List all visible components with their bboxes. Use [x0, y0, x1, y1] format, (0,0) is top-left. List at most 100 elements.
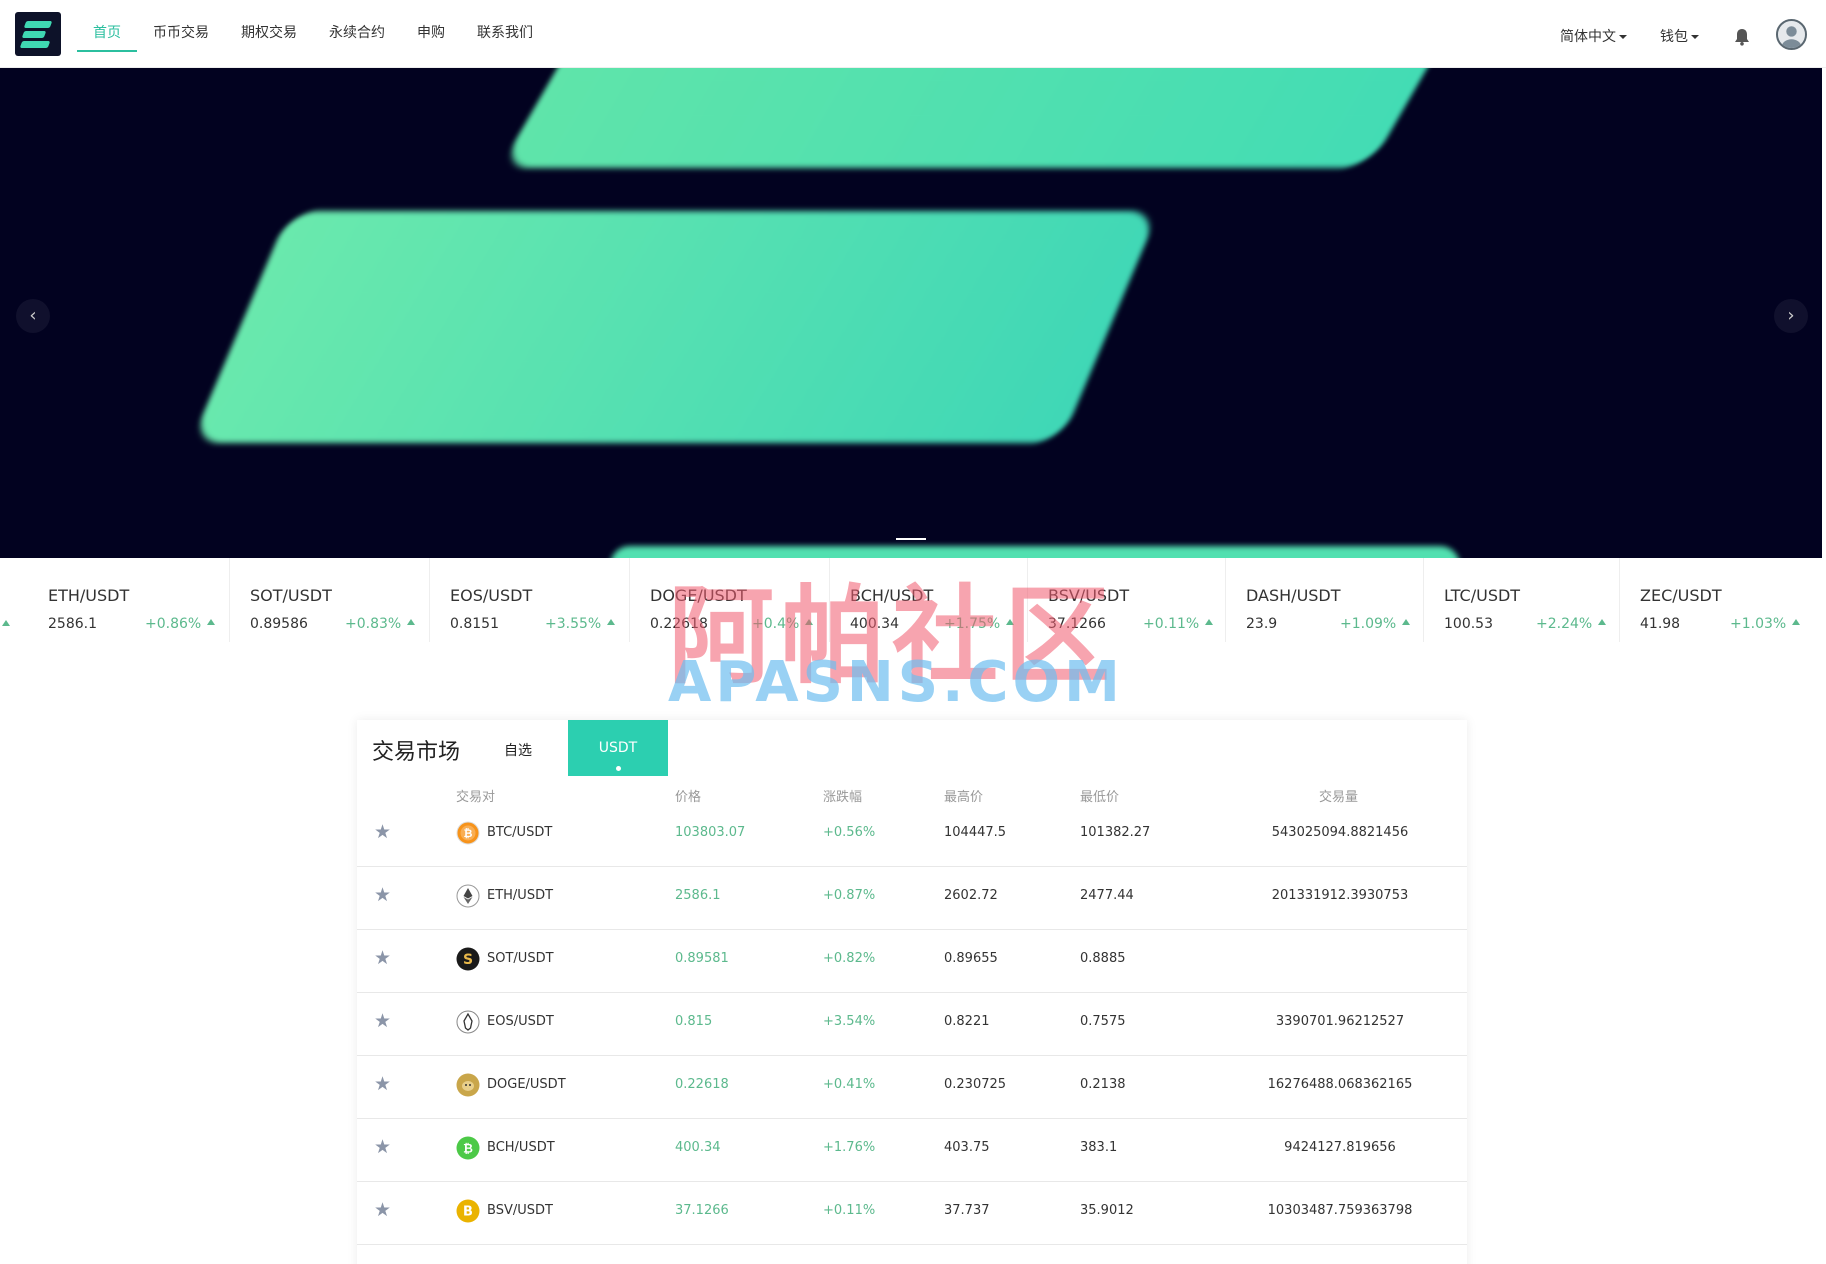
- ticker-price: 2586.1: [48, 616, 97, 632]
- ticker-pair: ETH/USDT: [48, 586, 130, 605]
- up-arrow-icon: [1792, 619, 1801, 625]
- table-row[interactable]: ★ EOS/USDT 0.815 +3.54% 0.8221 0.7575 3390701.…: [357, 993, 1467, 1056]
- up-arrow-icon: [407, 619, 416, 625]
- hero-banner: ‹ ›: [0, 68, 1822, 558]
- ticker-item[interactable]: DASH/USDT 23.9 +1.09%: [1226, 558, 1424, 642]
- ticker-pair: LTC/USDT: [1444, 586, 1521, 605]
- ticker-item[interactable]: LTC/USDT 100.53 +2.24%: [1424, 558, 1620, 642]
- banner-shape: [190, 211, 1160, 443]
- caret-down-icon: [1619, 35, 1627, 39]
- star-icon[interactable]: ★: [374, 1010, 391, 1032]
- eth-icon: [456, 884, 480, 908]
- cell-pair: EOS/USDT: [487, 1014, 554, 1029]
- cell-pair: BSV/USDT: [487, 1203, 553, 1218]
- cell-high: 104447.5: [944, 825, 1007, 840]
- ticker-change: +0.83%: [345, 616, 416, 632]
- ticker-change: +1.03%: [1730, 616, 1801, 632]
- table-row[interactable]: ★ DOGE/USDT 0.22618 +0.41% 0.230725 0.2138 162…: [357, 1056, 1467, 1119]
- main-nav: 首页 币币交易 期权交易 永续合约 申购 联系我们: [77, 0, 549, 68]
- user-icon: [1778, 21, 1805, 48]
- cell-volume: 543025094.8821456: [1271, 825, 1409, 840]
- cell-price: 0.815: [675, 1014, 713, 1029]
- cell-price: 2586.1: [675, 888, 721, 903]
- cell-pair: SOT/USDT: [487, 951, 554, 966]
- cell-low: 0.2138: [1080, 1077, 1126, 1092]
- banner-prev-button[interactable]: ‹: [16, 299, 50, 333]
- table-row[interactable]: ★ ₿ BCH/USDT 400.34 +1.76% 403.75 383.1 9424127…: [357, 1119, 1467, 1182]
- cell-low: 383.1: [1080, 1140, 1118, 1155]
- nav-spot-trading[interactable]: 币币交易: [137, 0, 225, 52]
- nav-home[interactable]: 首页: [77, 0, 137, 52]
- cell-low: 35.9012: [1080, 1203, 1134, 1218]
- nav-subscription[interactable]: 申购: [401, 0, 461, 52]
- cell-volume: 9424127.819656: [1284, 1140, 1396, 1155]
- star-icon[interactable]: ★: [374, 884, 391, 906]
- language-label: 简体中文: [1560, 29, 1616, 45]
- star-icon[interactable]: ★: [374, 1136, 391, 1158]
- star-icon[interactable]: ★: [374, 821, 391, 843]
- star-icon[interactable]: ★: [374, 1073, 391, 1095]
- table-row[interactable]: ★ B BSV/USDT 37.1266 +0.11% 37.737 35.9012 1030…: [357, 1182, 1467, 1245]
- banner-shape: [499, 68, 1451, 168]
- svg-text:₿: ₿: [463, 1142, 473, 1156]
- table-row[interactable]: ★ ETH/USDT 2586.1 +0.87% 2602.72 2477.44 20133…: [357, 867, 1467, 930]
- up-arrow-icon: [607, 619, 616, 625]
- ticker-pair: DASH/USDT: [1246, 586, 1341, 605]
- cell-volume: 16276488.068362165: [1267, 1077, 1413, 1092]
- tab-usdt[interactable]: USDT: [568, 720, 668, 776]
- bell-icon[interactable]: [1734, 28, 1750, 46]
- wallet-dropdown[interactable]: 钱包: [1660, 26, 1699, 46]
- doge-icon: [456, 1073, 480, 1097]
- cell-change: +0.82%: [823, 951, 876, 966]
- cell-change: +0.11%: [823, 1203, 876, 1218]
- cell-pair: BCH/USDT: [487, 1140, 555, 1155]
- top-header: 首页 币币交易 期权交易 永续合约 申购 联系我们 简体中文 钱包: [0, 0, 1826, 68]
- cell-high: 0.230725: [944, 1077, 1007, 1092]
- col-header-low: 最低价: [1080, 790, 1120, 805]
- up-arrow-icon: [1205, 619, 1214, 625]
- ticker-price: 100.53: [1444, 616, 1493, 632]
- cell-high: 0.8221: [944, 1014, 990, 1029]
- cell-high: 403.75: [944, 1140, 990, 1155]
- market-title: 交易市场: [372, 740, 461, 765]
- up-arrow-icon: [2, 620, 10, 626]
- tab-favorites[interactable]: 自选: [504, 740, 532, 760]
- table-row[interactable]: ★ S SOT/USDT 0.89581 +0.82% 0.89655 0.8885: [357, 930, 1467, 993]
- trading-market-panel: 交易市场 自选 USDT 交易对 价格 涨跌幅 最高价 最低价 交易量 ★ ₿ BT…: [357, 720, 1467, 1264]
- up-arrow-icon: [1598, 619, 1607, 625]
- ticker-item[interactable]: EOS/USDT 0.8151 +3.55%: [430, 558, 630, 642]
- ticker-pair: ZEC/USDT: [1640, 586, 1722, 605]
- cell-low: 101382.27: [1080, 825, 1151, 840]
- wallet-label: 钱包: [1660, 29, 1688, 45]
- active-dot: [616, 766, 621, 771]
- language-dropdown[interactable]: 简体中文: [1560, 26, 1627, 46]
- table-row[interactable]: ★ ₿ BTC/USDT 103803.07 +0.56% 104447.5 101382.…: [357, 804, 1467, 867]
- nav-options-trading[interactable]: 期权交易: [225, 0, 313, 52]
- col-header-volume: 交易量: [1319, 790, 1359, 805]
- cell-low: 0.8885: [1080, 951, 1126, 966]
- nav-contact-us[interactable]: 联系我们: [461, 0, 549, 52]
- col-header-change: 涨跌幅: [823, 790, 863, 805]
- logo[interactable]: [15, 12, 61, 56]
- ticker-item[interactable]: ETH/USDT 2586.1 +0.86%: [28, 558, 230, 642]
- user-avatar[interactable]: [1776, 19, 1807, 50]
- cell-volume: 3390701.96212527: [1275, 1014, 1405, 1029]
- star-icon[interactable]: ★: [374, 1199, 391, 1221]
- up-arrow-icon: [1402, 619, 1411, 625]
- cell-change: +0.56%: [823, 825, 876, 840]
- nav-perpetual-contract[interactable]: 永续合约: [313, 0, 401, 52]
- tab-usdt-label: USDT: [598, 740, 638, 756]
- cell-change: +0.87%: [823, 888, 876, 903]
- banner-next-button[interactable]: ›: [1774, 299, 1808, 333]
- svg-text:S: S: [463, 952, 473, 968]
- cell-high: 37.737: [944, 1203, 990, 1218]
- cell-price: 37.1266: [675, 1203, 729, 1218]
- caret-down-icon: [1691, 35, 1699, 39]
- ticker-item[interactable]: ZEC/USDT 41.98 +1.03%: [1620, 558, 1816, 642]
- svg-text:B: B: [463, 1205, 473, 1220]
- cell-high: 2602.72: [944, 888, 998, 903]
- ticker-item[interactable]: SOT/USDT 0.89586 +0.83%: [230, 558, 430, 642]
- star-icon[interactable]: ★: [374, 947, 391, 969]
- carousel-indicator[interactable]: [896, 538, 926, 540]
- ticker-change: +0.11%: [1143, 616, 1214, 632]
